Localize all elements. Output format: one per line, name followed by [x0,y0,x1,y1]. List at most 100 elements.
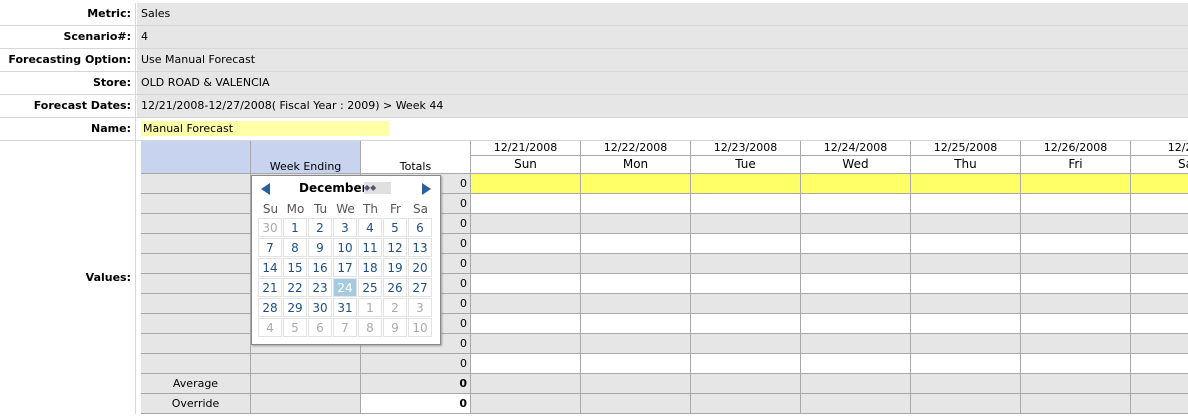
forecast-value-cell[interactable] [911,174,1021,194]
forecast-value-cell[interactable] [911,234,1021,254]
forecast-value-cell[interactable] [1021,254,1131,274]
calendar-day[interactable]: 9 [383,318,407,337]
forecast-value-cell[interactable] [471,294,581,314]
calendar-day[interactable]: 4 [358,218,382,237]
forecast-value-cell[interactable] [1131,314,1188,334]
forecast-value-cell[interactable] [1021,334,1131,354]
forecast-value-cell[interactable] [801,254,911,274]
forecast-value-cell[interactable] [1021,214,1131,234]
forecast-value-cell[interactable] [581,214,691,234]
year-toggle-icon[interactable]: ◆◆ [364,182,376,194]
forecast-value-cell[interactable] [691,214,801,234]
forecast-value-cell[interactable] [471,314,581,334]
calendar-day[interactable]: 2 [383,298,407,317]
calendar-day[interactable]: 1 [283,218,307,237]
calendar-day[interactable]: 1 [358,298,382,317]
calendar-day[interactable]: 28 [258,298,282,317]
calendar-day[interactable]: 15 [283,258,307,277]
forecast-value-cell[interactable] [801,194,911,214]
forecast-value-cell[interactable] [581,174,691,194]
forecast-value-cell[interactable] [911,274,1021,294]
forecast-value-cell[interactable] [471,354,581,374]
forecast-value-cell[interactable] [691,354,801,374]
calendar-day[interactable]: 11 [358,238,382,257]
calendar-day[interactable]: 19 [383,258,407,277]
year-selector[interactable]: ◆◆ [364,182,391,194]
forecast-value-cell[interactable] [691,194,801,214]
calendar-day[interactable]: 29 [283,298,307,317]
forecast-value-cell[interactable] [581,294,691,314]
forecast-value-cell[interactable] [1131,214,1188,234]
calendar-day[interactable]: 5 [283,318,307,337]
calendar-day[interactable]: 5 [383,218,407,237]
next-month-arrow-icon[interactable] [422,183,431,195]
calendar-day[interactable]: 30 [308,298,332,317]
calendar-day[interactable]: 7 [333,318,357,337]
forecast-value-cell[interactable] [911,194,1021,214]
forecast-value-cell[interactable] [1131,294,1188,314]
forecast-value-cell[interactable] [581,314,691,334]
calendar-day[interactable]: 26 [383,278,407,297]
forecast-value-cell[interactable] [581,354,691,374]
forecast-value-cell[interactable] [911,334,1021,354]
forecast-value-cell[interactable] [691,294,801,314]
forecast-value-cell[interactable] [691,234,801,254]
forecast-value-cell[interactable] [801,214,911,234]
forecast-value-cell[interactable] [1131,194,1188,214]
calendar-day[interactable]: 23 [308,278,332,297]
forecast-value-cell[interactable] [691,314,801,334]
forecast-value-cell[interactable] [691,254,801,274]
forecast-value-cell[interactable] [581,274,691,294]
calendar-day[interactable]: 17 [333,258,357,277]
calendar-day[interactable]: 27 [408,278,432,297]
forecast-value-cell[interactable] [471,234,581,254]
calendar-day[interactable]: 6 [308,318,332,337]
calendar-day[interactable]: 20 [408,258,432,277]
forecast-value-cell[interactable] [471,214,581,234]
forecast-value-cell[interactable] [911,214,1021,234]
calendar-day[interactable]: 14 [258,258,282,277]
forecast-value-cell[interactable] [911,294,1021,314]
forecast-value-cell[interactable] [471,174,581,194]
forecast-value-cell[interactable] [691,174,801,194]
forecast-value-cell[interactable] [1131,234,1188,254]
forecast-value-cell[interactable] [1131,334,1188,354]
calendar-day[interactable]: 9 [308,238,332,257]
forecast-value-cell[interactable] [801,234,911,254]
forecast-value-cell[interactable] [801,274,911,294]
forecast-value-cell[interactable] [1021,234,1131,254]
override-total-input[interactable]: 0 [361,394,471,414]
forecast-value-cell[interactable] [691,274,801,294]
calendar-day[interactable]: 3 [408,298,432,317]
calendar-day[interactable]: 12 [383,238,407,257]
forecast-value-cell[interactable] [1131,354,1188,374]
prev-month-arrow-icon[interactable] [261,183,270,195]
calendar-day[interactable]: 31 [333,298,357,317]
forecast-value-cell[interactable] [1021,314,1131,334]
calendar-day[interactable]: 6 [408,218,432,237]
forecast-value-cell[interactable] [1131,274,1188,294]
forecast-value-cell[interactable] [1021,294,1131,314]
calendar-day[interactable]: 4 [258,318,282,337]
calendar-day[interactable]: 22 [283,278,307,297]
forecast-value-cell[interactable] [471,274,581,294]
forecast-value-cell[interactable] [1021,274,1131,294]
forecast-value-cell[interactable] [471,254,581,274]
calendar-day[interactable]: 8 [283,238,307,257]
forecast-value-cell[interactable] [691,334,801,354]
forecast-value-cell[interactable] [1131,174,1188,194]
calendar-day-selected[interactable]: 24 [333,278,357,297]
forecast-value-cell[interactable] [801,174,911,194]
name-input[interactable]: Manual Forecast [141,121,389,136]
calendar-day[interactable]: 7 [258,238,282,257]
forecast-value-cell[interactable] [1131,254,1188,274]
forecast-value-cell[interactable] [581,254,691,274]
forecast-value-cell[interactable] [581,194,691,214]
calendar-day[interactable]: 10 [408,318,432,337]
calendar-day[interactable]: 2 [308,218,332,237]
calendar-day[interactable]: 30 [258,218,282,237]
forecast-value-cell[interactable] [801,314,911,334]
forecast-value-cell[interactable] [1021,194,1131,214]
forecast-value-cell[interactable] [911,314,1021,334]
forecast-value-cell[interactable] [911,354,1021,374]
